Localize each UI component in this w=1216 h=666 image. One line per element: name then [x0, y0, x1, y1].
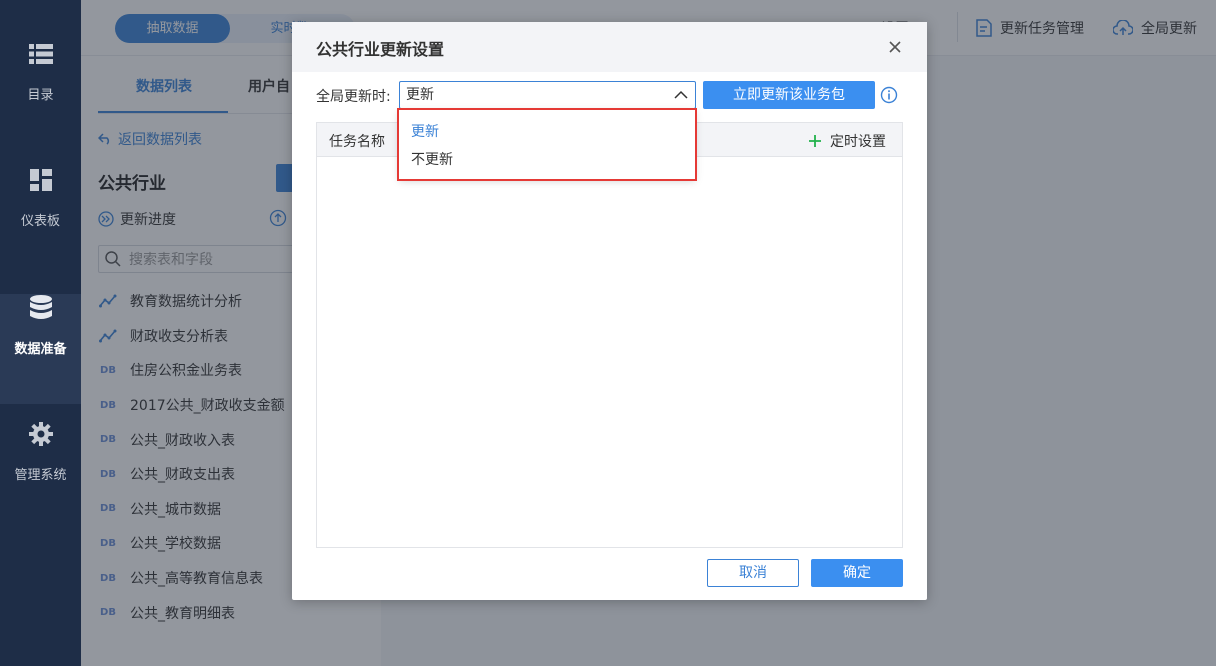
- gear-icon: [27, 420, 55, 448]
- update-package-now-button[interactable]: 立即更新该业务包: [703, 81, 875, 109]
- list-icon: [27, 40, 55, 68]
- plus-icon: [809, 135, 821, 147]
- ok-button[interactable]: 确定: [811, 559, 903, 587]
- column-task-name: 任务名称: [329, 134, 385, 150]
- nav-label-admin: 管理系统: [14, 468, 67, 483]
- nav-item-admin[interactable]: 管理系统: [0, 420, 81, 540]
- nav-item-catalog[interactable]: 目录: [0, 40, 81, 160]
- dialog-header: 公共行业更新设置: [292, 22, 927, 72]
- update-settings-dialog: 公共行业更新设置 全局更新时: 更新 立即更新该业务包 任务名称 定时设置 取消…: [292, 22, 927, 600]
- nav-label-catalog: 目录: [27, 88, 54, 103]
- nav-item-dashboard[interactable]: 仪表板: [0, 166, 81, 286]
- close-icon[interactable]: [885, 37, 905, 57]
- dialog-title: 公共行业更新设置: [316, 40, 445, 59]
- nav-item-data-prep[interactable]: 数据准备: [0, 294, 81, 404]
- dashboard-icon: [27, 166, 55, 194]
- global-update-select[interactable]: 更新: [399, 81, 696, 109]
- left-nav: 目录 仪表板 数据准备 管理系统: [0, 0, 81, 666]
- select-dropdown-menu: 更新 不更新: [399, 110, 695, 179]
- option-update[interactable]: 更新: [411, 121, 439, 141]
- task-table: 任务名称 定时设置: [316, 122, 903, 548]
- nav-label-data-prep: 数据准备: [14, 342, 67, 357]
- select-value: 更新: [406, 87, 434, 103]
- schedule-label: 定时设置: [830, 134, 886, 150]
- info-icon[interactable]: [880, 86, 898, 108]
- nav-label-dashboard: 仪表板: [20, 214, 60, 229]
- chevron-up-icon: [674, 90, 688, 99]
- option-no-update[interactable]: 不更新: [411, 149, 453, 169]
- database-icon: [27, 294, 55, 322]
- add-schedule-button[interactable]: 定时设置: [808, 131, 886, 151]
- cancel-button[interactable]: 取消: [707, 559, 799, 587]
- global-update-label: 全局更新时:: [316, 89, 391, 105]
